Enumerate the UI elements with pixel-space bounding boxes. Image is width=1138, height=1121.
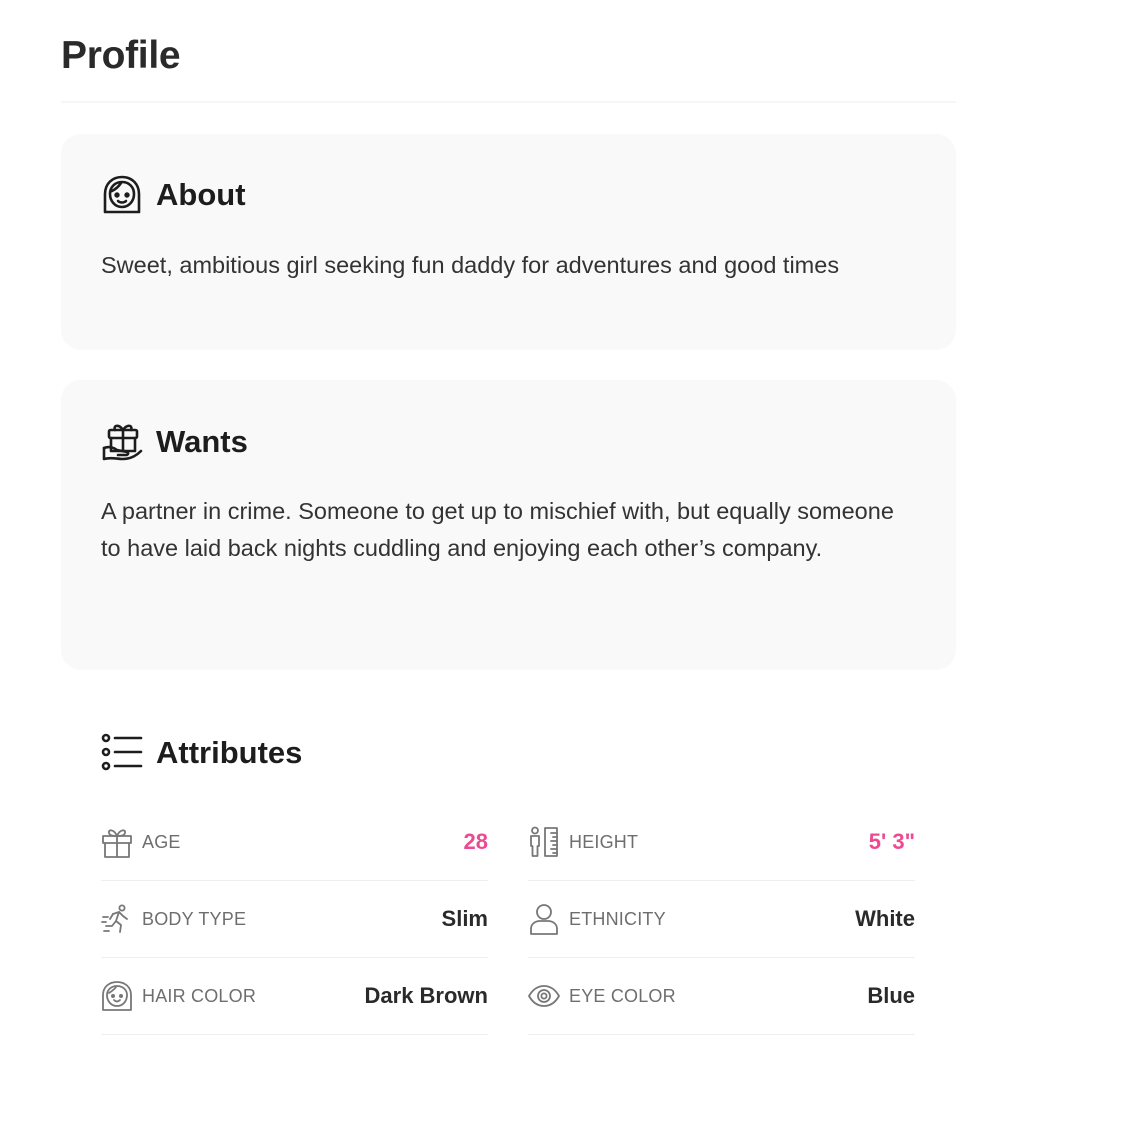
attribute-eye-color: EYE COLOR Blue	[528, 958, 915, 1035]
attribute-label: BODY TYPE	[142, 908, 247, 929]
attribute-ethnicity: ETHNICITY White	[528, 881, 915, 958]
attributes-grid: AGE 28 HEIGHT 5' 3" BODY TYPE Slim ETHNI…	[101, 804, 915, 1035]
attribute-label: ETHNICITY	[569, 908, 666, 929]
title-divider	[61, 101, 956, 103]
attribute-value: Blue	[867, 983, 915, 1008]
about-header: About	[101, 174, 246, 216]
page-title: Profile	[61, 34, 181, 77]
attribute-label: AGE	[142, 831, 181, 852]
person-icon	[528, 903, 560, 935]
attribute-value: 5' 3"	[868, 829, 915, 854]
attribute-value: Dark Brown	[364, 983, 488, 1008]
attribute-label: EYE COLOR	[569, 985, 676, 1006]
attribute-value: Slim	[441, 906, 488, 931]
attribute-value: White	[855, 906, 915, 931]
profile-page: Profile About Sweet, ambitious girl seek…	[0, 0, 1138, 1121]
face-hair-icon	[101, 980, 133, 1012]
running-person-icon	[101, 903, 133, 935]
attributes-title: Attributes	[156, 735, 303, 770]
attribute-hair-color: HAIR COLOR Dark Brown	[101, 958, 488, 1035]
eye-icon	[528, 980, 560, 1012]
about-title: About	[156, 177, 246, 212]
wants-card: Wants A partner in crime. Someone to get…	[61, 380, 956, 670]
attribute-height: HEIGHT 5' 3"	[528, 804, 915, 881]
gift-box-icon	[101, 421, 143, 463]
attribute-body-type: BODY TYPE Slim	[101, 881, 488, 958]
wants-header: Wants	[101, 421, 248, 463]
about-card: About Sweet, ambitious girl seeking fun …	[61, 134, 956, 350]
gift-icon	[101, 826, 133, 858]
face-icon	[101, 174, 143, 216]
attribute-age: AGE 28	[101, 804, 488, 881]
attributes-header: Attributes	[101, 732, 302, 774]
wants-title: Wants	[156, 424, 248, 459]
wants-text: A partner in crime. Someone to get up to…	[101, 498, 894, 561]
attribute-value: 28	[463, 829, 488, 854]
height-ruler-icon	[528, 826, 560, 858]
attribute-label: HAIR COLOR	[142, 985, 257, 1006]
list-icon	[101, 732, 143, 774]
about-text: Sweet, ambitious girl seeking fun daddy …	[101, 252, 840, 278]
attribute-label: HEIGHT	[569, 831, 639, 852]
